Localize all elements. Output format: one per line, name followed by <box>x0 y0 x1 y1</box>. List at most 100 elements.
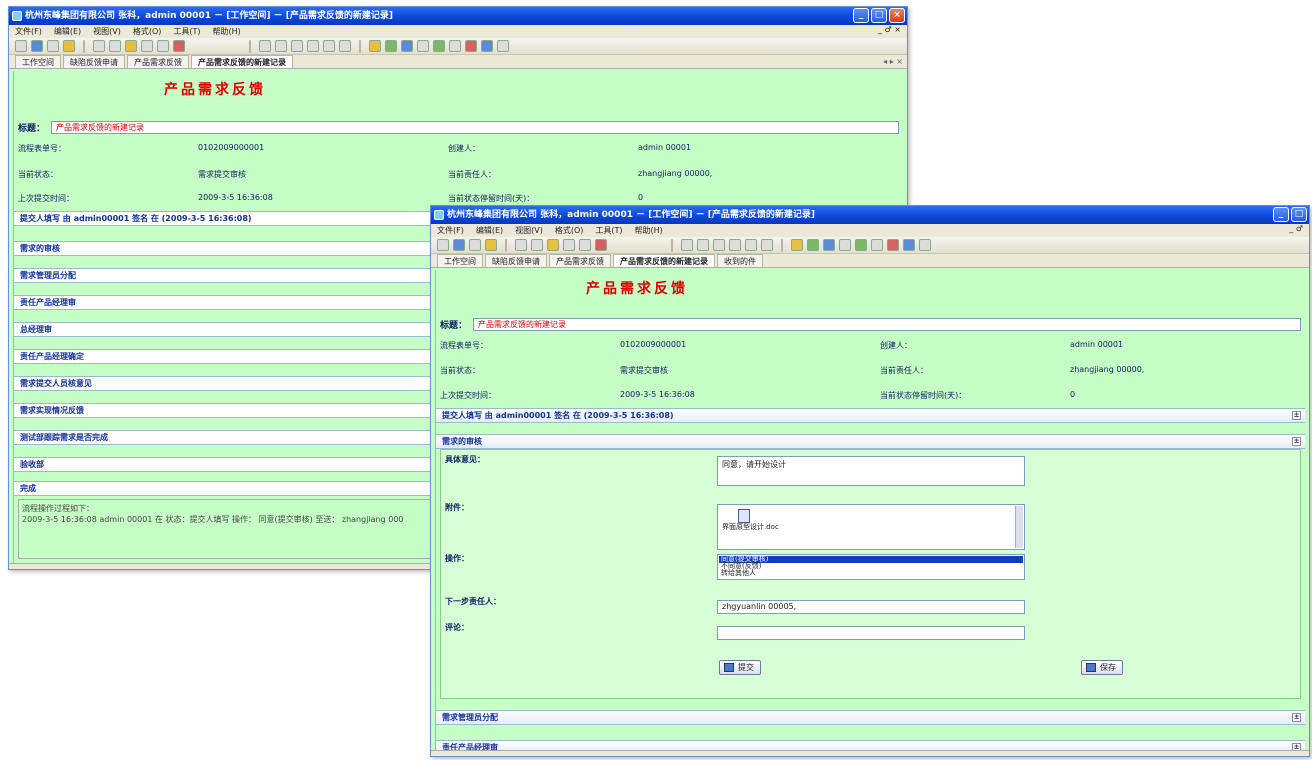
menu-file[interactable]: 文件(F) <box>437 225 464 236</box>
section-submitter[interactable]: 提交人填写 由 admin00001 签名 在 (2009-3-5 16:36:… <box>436 408 1305 423</box>
save-button[interactable]: 保存 <box>1081 660 1123 675</box>
approve-icon[interactable] <box>855 239 867 251</box>
delete-icon[interactable] <box>595 239 607 251</box>
list-item[interactable]: 同意(提交审核) <box>719 556 1023 563</box>
new-icon[interactable] <box>15 40 27 52</box>
open-icon[interactable] <box>469 239 481 251</box>
tab-workspace[interactable]: 工作空间 <box>437 254 483 267</box>
attachment-box[interactable]: 界面原型设计.doc <box>717 504 1025 550</box>
menu-help[interactable]: 帮助(H) <box>213 26 241 37</box>
section-review[interactable]: 需求的审核 ± <box>436 434 1305 449</box>
menu-edit[interactable]: 编辑(E) <box>476 225 503 236</box>
print-icon[interactable] <box>63 40 75 52</box>
tab-demand[interactable]: 产品需求反馈 <box>127 55 189 68</box>
tab-new-record[interactable]: 产品需求反馈的新建记录 <box>613 254 715 267</box>
new-icon[interactable] <box>437 239 449 251</box>
close-icon[interactable]: × <box>889 8 905 23</box>
minimize-icon[interactable]: _ <box>1273 207 1289 222</box>
cut-icon[interactable] <box>93 40 105 52</box>
align-icon[interactable] <box>729 239 741 251</box>
report-icon[interactable] <box>871 239 883 251</box>
submit-button[interactable]: 提交 <box>719 660 761 675</box>
font-icon[interactable] <box>291 40 303 52</box>
list-item[interactable]: 转给其他人 <box>719 570 1023 577</box>
image-icon[interactable] <box>339 40 351 52</box>
document-icon[interactable] <box>738 509 750 523</box>
redo-icon[interactable] <box>579 239 591 251</box>
print-icon[interactable] <box>485 239 497 251</box>
save-icon[interactable] <box>31 40 43 52</box>
find-icon[interactable] <box>259 40 271 52</box>
redo-icon[interactable] <box>157 40 169 52</box>
menu-tools[interactable]: 工具(T) <box>595 225 622 236</box>
stop-icon[interactable] <box>887 239 899 251</box>
image-icon[interactable] <box>761 239 773 251</box>
window-title-bar[interactable]: 杭州东峰集团有限公司 张科，admin 00001 － [工作空间] － [产品… <box>431 206 1309 224</box>
tab-defect[interactable]: 缺陷反馈申请 <box>485 254 547 267</box>
maximize-icon[interactable]: □ <box>1291 207 1307 222</box>
bold-icon[interactable] <box>697 239 709 251</box>
mail-icon[interactable] <box>823 239 835 251</box>
mdi-controls[interactable]: _ ♂ <box>1289 224 1303 233</box>
list-item[interactable]: 不同意(反馈) <box>719 563 1023 570</box>
section-assign[interactable]: 需求管理员分配 ± <box>436 710 1305 725</box>
menu-tools[interactable]: 工具(T) <box>173 26 200 37</box>
tab-new-record[interactable]: 产品需求反馈的新建记录 <box>191 55 293 68</box>
title-input[interactable]: 产品需求反馈的新建记录 <box>473 317 1301 331</box>
minimize-icon[interactable]: _ <box>853 8 869 23</box>
comment-input[interactable] <box>717 626 1025 640</box>
open-icon[interactable] <box>47 40 59 52</box>
menu-edit[interactable]: 编辑(E) <box>54 26 81 37</box>
refresh-icon[interactable] <box>385 40 397 52</box>
paste-icon[interactable] <box>125 40 137 52</box>
table-icon[interactable] <box>323 40 335 52</box>
delete-icon[interactable] <box>173 40 185 52</box>
copy-icon[interactable] <box>109 40 121 52</box>
font-icon[interactable] <box>713 239 725 251</box>
folder-icon[interactable] <box>791 239 803 251</box>
approve-icon[interactable] <box>433 40 445 52</box>
settings-icon[interactable] <box>919 239 931 251</box>
window-title-bar[interactable]: 杭州东峰集团有限公司 张科，admin 00001 － [工作空间] － [产品… <box>9 7 907 25</box>
tab-received[interactable]: 收到的件 <box>717 254 763 267</box>
table-icon[interactable] <box>745 239 757 251</box>
save-icon[interactable] <box>453 239 465 251</box>
opinion-textarea[interactable]: 同意，请开始设计 <box>717 456 1025 486</box>
tab-scroll-icon[interactable]: ◂ ▸ × <box>883 57 903 66</box>
window-icon[interactable] <box>481 40 493 52</box>
find-icon[interactable] <box>681 239 693 251</box>
mail-icon[interactable] <box>401 40 413 52</box>
attach-icon[interactable] <box>417 40 429 52</box>
cut-icon[interactable] <box>515 239 527 251</box>
undo-icon[interactable] <box>141 40 153 52</box>
menu-file[interactable]: 文件(F) <box>15 26 42 37</box>
maximize-icon[interactable]: □ <box>871 8 887 23</box>
attachment-scrollbar[interactable] <box>1015 506 1023 548</box>
attach-icon[interactable] <box>839 239 851 251</box>
expand-icon[interactable]: ± <box>1292 411 1301 420</box>
attachment-filename[interactable]: 界面原型设计.doc <box>722 523 782 531</box>
menu-format[interactable]: 格式(O) <box>555 225 584 236</box>
mdi-controls[interactable]: _ ♂ × <box>878 25 901 34</box>
menu-view[interactable]: 视图(V) <box>93 26 121 37</box>
operation-list[interactable]: 同意(提交审核) 不同意(反馈) 转给其他人 <box>717 554 1025 580</box>
folder-icon[interactable] <box>369 40 381 52</box>
settings-icon[interactable] <box>497 40 509 52</box>
stop-icon[interactable] <box>465 40 477 52</box>
refresh-icon[interactable] <box>807 239 819 251</box>
window-icon[interactable] <box>903 239 915 251</box>
align-icon[interactable] <box>307 40 319 52</box>
undo-icon[interactable] <box>563 239 575 251</box>
menu-view[interactable]: 视图(V) <box>515 225 543 236</box>
copy-icon[interactable] <box>531 239 543 251</box>
menu-help[interactable]: 帮助(H) <box>635 225 663 236</box>
expand-icon[interactable]: ± <box>1292 713 1301 722</box>
collapse-icon[interactable]: ± <box>1292 437 1301 446</box>
bold-icon[interactable] <box>275 40 287 52</box>
report-icon[interactable] <box>449 40 461 52</box>
paste-icon[interactable] <box>547 239 559 251</box>
tab-defect[interactable]: 缺陷反馈申请 <box>63 55 125 68</box>
tab-workspace[interactable]: 工作空间 <box>15 55 61 68</box>
title-input[interactable]: 产品需求反馈的新建记录 <box>51 120 899 134</box>
menu-format[interactable]: 格式(O) <box>133 26 162 37</box>
